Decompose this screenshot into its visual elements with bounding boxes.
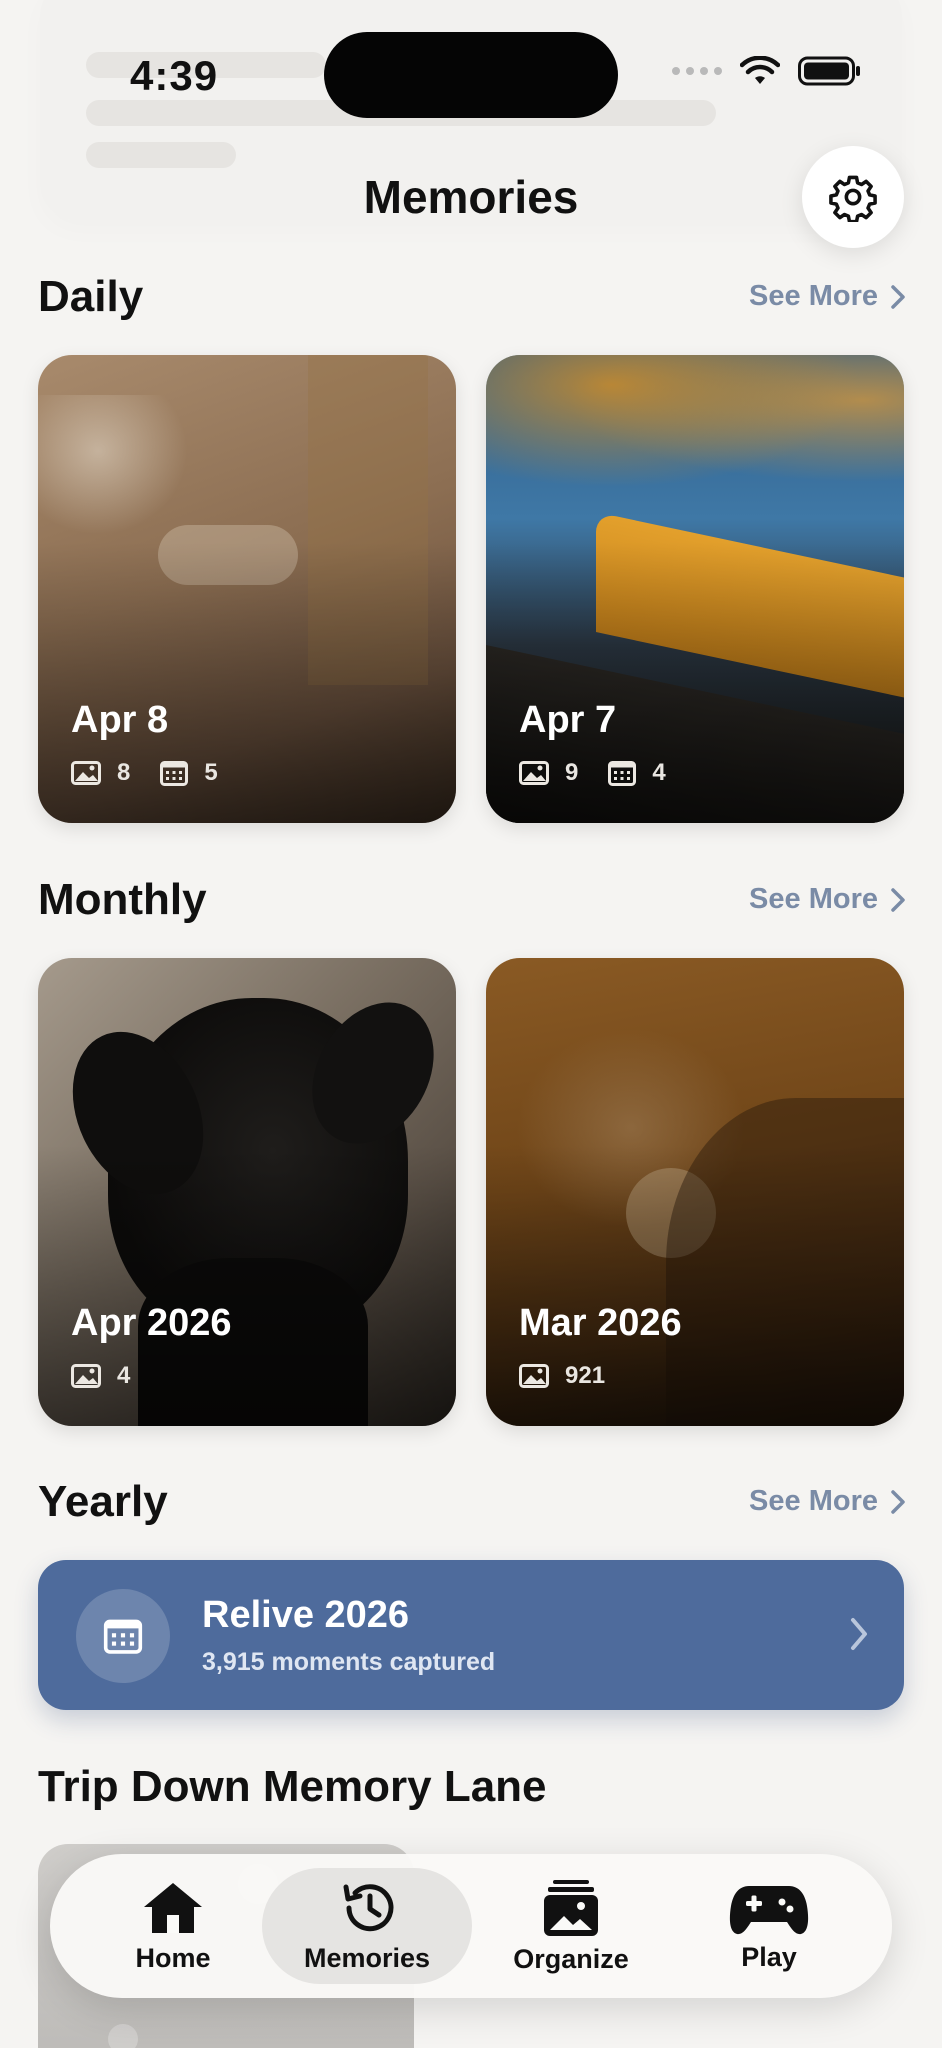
tab-bar: Home Memories Organize Play: [50, 1854, 892, 1998]
tab-label: Home: [135, 1942, 211, 1973]
memory-card-daily[interactable]: Apr 7 9 4: [486, 355, 904, 823]
card-meta: 8 5: [71, 759, 248, 787]
page-title: Memories: [363, 171, 579, 223]
photo-icon: [519, 761, 549, 785]
relive-icon-badge: [76, 1589, 170, 1683]
memory-card-monthly[interactable]: Mar 2026 921: [486, 958, 904, 1426]
photo-count: 4: [117, 1362, 131, 1389]
card-title: Apr 8: [71, 699, 169, 741]
card-meta: 921: [519, 1362, 635, 1390]
card-meta: 9 4: [519, 759, 696, 787]
chevron-right-icon: [851, 1618, 867, 1650]
status-time: 4:39: [130, 52, 219, 99]
see-more-monthly-link[interactable]: See More: [700, 883, 906, 916]
tab-play[interactable]: Play: [664, 1868, 874, 1984]
photo-count: 921: [565, 1362, 606, 1389]
see-more-label: See More: [749, 883, 878, 915]
photo-icon: [71, 761, 101, 785]
card-meta: 4: [71, 1362, 160, 1390]
event-count: 5: [204, 759, 218, 786]
gear-icon: [829, 175, 877, 222]
relive-title: Relive 2026: [202, 1594, 410, 1636]
signal-dots-icon: [672, 67, 722, 75]
memory-card-monthly[interactable]: Apr 2026 4: [38, 958, 456, 1426]
tab-organize[interactable]: Organize: [466, 1868, 676, 1984]
history-clock-icon: [343, 1883, 394, 1931]
faded-text-line: [86, 142, 236, 168]
dynamic-island: [324, 32, 618, 118]
wifi-icon: [740, 56, 780, 84]
chevron-right-icon: [891, 284, 905, 309]
see-more-label: See More: [749, 280, 878, 312]
tab-memories[interactable]: Memories: [262, 1868, 472, 1984]
photo-autumn-foliage: [486, 355, 904, 505]
card-title: Apr 7: [519, 699, 617, 741]
chevron-right-icon: [891, 1489, 905, 1514]
see-more-label: See More: [749, 1485, 878, 1517]
see-more-yearly-link[interactable]: See More: [700, 1485, 906, 1518]
photo-icon: [71, 1364, 101, 1388]
gamepad-icon: [729, 1885, 809, 1934]
section-title-trip: Trip Down Memory Lane: [38, 1762, 547, 1811]
tab-label: Memories: [303, 1942, 431, 1973]
relive-year-banner[interactable]: Relive 2026 3,915 moments captured: [38, 1560, 904, 1710]
calendar-icon: [103, 1619, 143, 1654]
memory-card-daily[interactable]: Apr 8 8 5: [38, 355, 456, 823]
calendar-icon: [608, 761, 637, 786]
event-count: 4: [652, 759, 666, 786]
photo-count: 9: [565, 759, 579, 786]
section-title-monthly: Monthly: [38, 875, 207, 924]
calendar-icon: [160, 761, 189, 786]
photo-faucet-highlight: [38, 395, 188, 535]
photo-stack-icon: [544, 1879, 598, 1936]
house-icon: [144, 1882, 202, 1933]
section-title-daily: Daily: [38, 272, 144, 321]
chevron-right-icon: [891, 887, 905, 912]
relive-subtitle: 3,915 moments captured: [202, 1648, 496, 1676]
tab-label: Organize: [513, 1943, 629, 1974]
tab-label: Play: [741, 1941, 797, 1972]
status-icons: [672, 56, 862, 86]
photo-count: 8: [117, 759, 131, 786]
see-more-daily-link[interactable]: See More: [700, 280, 906, 313]
section-title-yearly: Yearly: [38, 1477, 168, 1526]
card-title: Mar 2026: [519, 1302, 682, 1344]
photo-icon: [519, 1364, 549, 1388]
card-title: Apr 2026: [71, 1302, 232, 1344]
tab-home[interactable]: Home: [68, 1868, 278, 1984]
settings-button[interactable]: [802, 146, 904, 248]
battery-icon: [798, 56, 860, 86]
